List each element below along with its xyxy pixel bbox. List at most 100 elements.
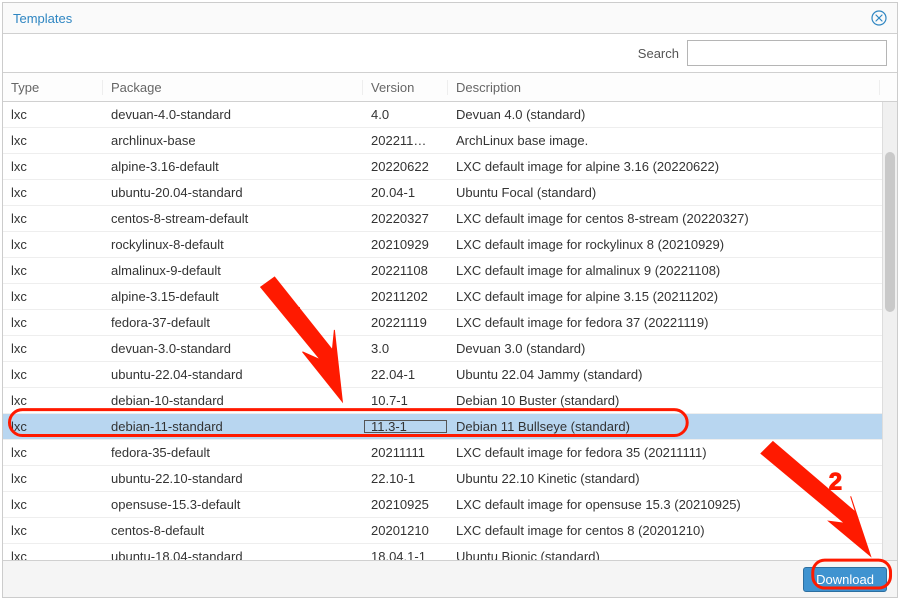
cell-version: 20220327 [363, 211, 448, 226]
cell-version: 20201210 [363, 523, 448, 538]
header-version[interactable]: Version [363, 80, 448, 95]
cell-description: LXC default image for opensuse 15.3 (202… [448, 497, 897, 512]
table-row[interactable]: lxcdevuan-3.0-standard3.0Devuan 3.0 (sta… [3, 336, 897, 362]
cell-description: LXC default image for fedora 35 (2021111… [448, 445, 897, 460]
cell-version: 20210929 [363, 237, 448, 252]
cell-package: archlinux-base [103, 133, 363, 148]
table-row[interactable]: lxccentos-8-stream-default20220327LXC de… [3, 206, 897, 232]
cell-version: 20210925 [363, 497, 448, 512]
vertical-scrollbar[interactable] [882, 102, 897, 560]
table-row[interactable]: lxcubuntu-22.04-standard22.04-1Ubuntu 22… [3, 362, 897, 388]
cell-package: rockylinux-8-default [103, 237, 363, 252]
table-row[interactable]: lxcrockylinux-8-default20210929LXC defau… [3, 232, 897, 258]
cell-version: 20211202 [363, 289, 448, 304]
table-row[interactable]: lxcarchlinux-base202211…ArchLinux base i… [3, 128, 897, 154]
cell-package: centos-8-stream-default [103, 211, 363, 226]
cell-version: 22.10-1 [363, 471, 448, 486]
cell-version: 20.04-1 [363, 185, 448, 200]
table-row[interactable]: lxcalmalinux-9-default20221108LXC defaul… [3, 258, 897, 284]
cell-version: 20211111 [363, 445, 448, 460]
header-package[interactable]: Package [103, 80, 363, 95]
cell-package: opensuse-15.3-default [103, 497, 363, 512]
cell-type: lxc [3, 107, 103, 122]
cell-type: lxc [3, 159, 103, 174]
download-button[interactable]: Download [803, 567, 887, 592]
cell-version: 3.0 [363, 341, 448, 356]
cell-package: debian-10-standard [103, 393, 363, 408]
cell-package: alpine-3.16-default [103, 159, 363, 174]
header-description[interactable]: Description [448, 80, 880, 95]
close-icon[interactable] [871, 10, 887, 26]
cell-package: ubuntu-22.10-standard [103, 471, 363, 486]
cell-version: 202211… [363, 133, 448, 148]
cell-package: fedora-37-default [103, 315, 363, 330]
header-type[interactable]: Type [3, 80, 103, 95]
cell-description: LXC default image for centos 8 (20201210… [448, 523, 897, 538]
cell-description: Debian 10 Buster (standard) [448, 393, 897, 408]
cell-package: fedora-35-default [103, 445, 363, 460]
table-row[interactable]: lxcalpine-3.16-default20220622LXC defaul… [3, 154, 897, 180]
cell-description: LXC default image for fedora 37 (2022111… [448, 315, 897, 330]
table-row[interactable]: lxcubuntu-18.04-standard18.04.1-1Ubuntu … [3, 544, 897, 560]
cell-package: ubuntu-22.04-standard [103, 367, 363, 382]
cell-type: lxc [3, 185, 103, 200]
table-row[interactable]: lxcfedora-37-default20221119LXC default … [3, 310, 897, 336]
dialog-title: Templates [13, 11, 72, 26]
cell-version: 18.04.1-1 [363, 549, 448, 560]
cell-version: 10.7-1 [363, 393, 448, 408]
table-row[interactable]: lxccentos-8-default20201210LXC default i… [3, 518, 897, 544]
cell-package: centos-8-default [103, 523, 363, 538]
cell-description: ArchLinux base image. [448, 133, 897, 148]
table-row[interactable]: lxcopensuse-15.3-default20210925LXC defa… [3, 492, 897, 518]
cell-description: LXC default image for alpine 3.16 (20220… [448, 159, 897, 174]
table-row[interactable]: lxcubuntu-22.10-standard22.10-1Ubuntu 22… [3, 466, 897, 492]
cell-description: Devuan 3.0 (standard) [448, 341, 897, 356]
search-input[interactable] [687, 40, 887, 66]
scrollbar-thumb[interactable] [885, 152, 895, 312]
table-row[interactable]: lxcubuntu-20.04-standard20.04-1Ubuntu Fo… [3, 180, 897, 206]
cell-type: lxc [3, 549, 103, 560]
cell-description: LXC default image for alpine 3.15 (20211… [448, 289, 897, 304]
cell-description: Devuan 4.0 (standard) [448, 107, 897, 122]
table-row[interactable]: lxcdevuan-4.0-standard4.0Devuan 4.0 (sta… [3, 102, 897, 128]
table-row[interactable]: lxcalpine-3.15-default20211202LXC defaul… [3, 284, 897, 310]
cell-type: lxc [3, 497, 103, 512]
cell-package: almalinux-9-default [103, 263, 363, 278]
cell-type: lxc [3, 471, 103, 486]
cell-type: lxc [3, 315, 103, 330]
cell-type: lxc [3, 237, 103, 252]
table-header: Type Package Version Description [3, 73, 897, 102]
cell-type: lxc [3, 263, 103, 278]
cell-description: Ubuntu 22.10 Kinetic (standard) [448, 471, 897, 486]
cell-version: 4.0 [363, 107, 448, 122]
cell-version: 20221108 [363, 263, 448, 278]
cell-description: Ubuntu Bionic (standard) [448, 549, 897, 560]
cell-description: LXC default image for almalinux 9 (20221… [448, 263, 897, 278]
cell-package: devuan-3.0-standard [103, 341, 363, 356]
table-row[interactable]: lxcdebian-11-standard11.3-1Debian 11 Bul… [3, 414, 897, 440]
cell-version: 20220622 [363, 159, 448, 174]
cell-version: 20221119 [363, 315, 448, 330]
cell-type: lxc [3, 419, 103, 434]
cell-description: LXC default image for rockylinux 8 (2021… [448, 237, 897, 252]
cell-description: Ubuntu 22.04 Jammy (standard) [448, 367, 897, 382]
cell-type: lxc [3, 367, 103, 382]
table-row[interactable]: lxcfedora-35-default20211111LXC default … [3, 440, 897, 466]
cell-package: ubuntu-20.04-standard [103, 185, 363, 200]
cell-package: debian-11-standard [103, 419, 363, 434]
cell-package: ubuntu-18.04-standard [103, 549, 363, 560]
cell-version: 11.3-1 [363, 419, 448, 434]
cell-type: lxc [3, 393, 103, 408]
table-row[interactable]: lxcdebian-10-standard10.7-1Debian 10 Bus… [3, 388, 897, 414]
cell-type: lxc [3, 523, 103, 538]
cell-description: LXC default image for centos 8-stream (2… [448, 211, 897, 226]
search-label: Search [638, 46, 679, 61]
cell-package: alpine-3.15-default [103, 289, 363, 304]
cell-description: Debian 11 Bullseye (standard) [448, 419, 897, 434]
cell-package: devuan-4.0-standard [103, 107, 363, 122]
cell-type: lxc [3, 133, 103, 148]
cell-type: lxc [3, 341, 103, 356]
cell-type: lxc [3, 445, 103, 460]
cell-type: lxc [3, 211, 103, 226]
cell-version: 22.04-1 [363, 367, 448, 382]
